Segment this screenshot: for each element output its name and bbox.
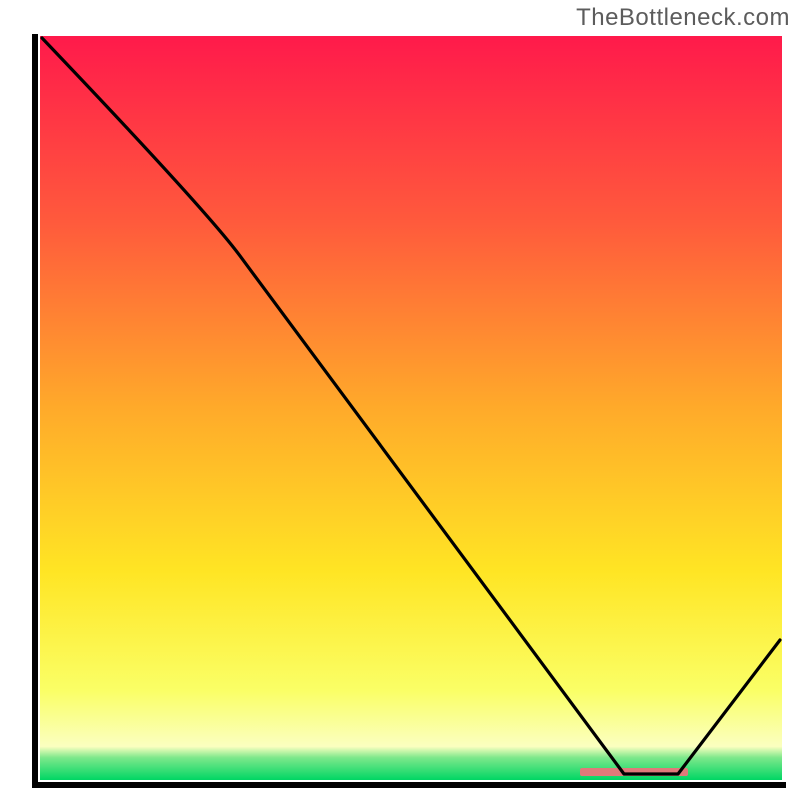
plot-background	[40, 36, 782, 780]
y-axis	[32, 34, 38, 788]
chart-svg	[0, 0, 800, 800]
watermark-label: TheBottleneck.com	[576, 4, 790, 32]
x-axis	[32, 782, 786, 788]
bottleneck-chart: TheBottleneck.com	[0, 0, 800, 800]
